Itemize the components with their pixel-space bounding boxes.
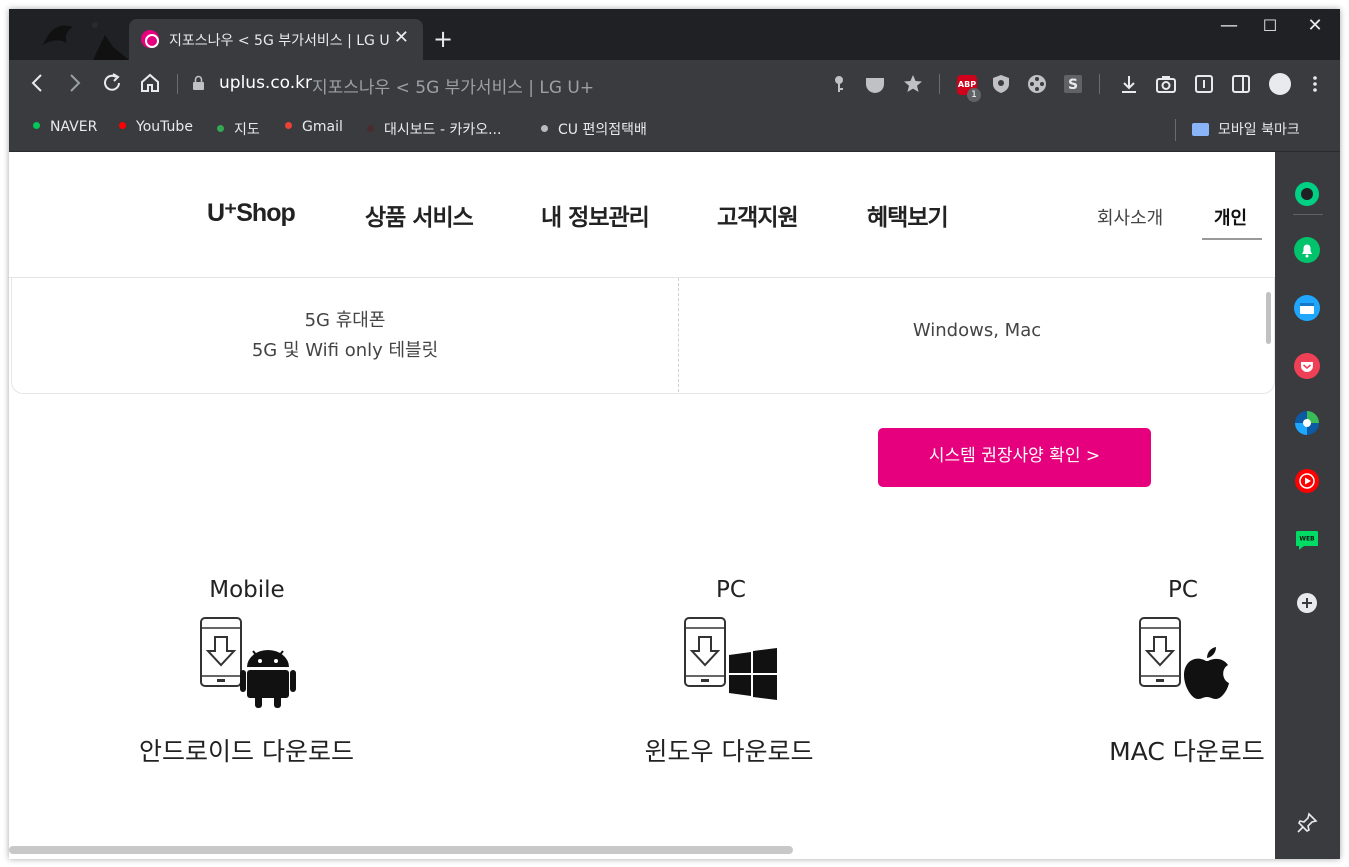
forward-icon[interactable] [61, 70, 87, 96]
home-icon[interactable] [137, 70, 163, 96]
maps-favicon-icon [217, 124, 224, 132]
bookmark-youtube[interactable]: YouTube [119, 119, 193, 135]
pocket-icon[interactable] [1294, 353, 1320, 379]
android-download-link[interactable]: 안드로이드 다운로드 [139, 732, 354, 768]
menu-kebab-icon[interactable] [1303, 72, 1327, 96]
adblock-count-badge: 1 [967, 88, 981, 102]
mobile-bookmarks-folder[interactable]: 모바일 북마크 [1192, 119, 1300, 139]
svg-text:S: S [1068, 77, 1078, 93]
green-ring-icon[interactable] [1294, 181, 1320, 207]
system-requirements-button[interactable]: 시스템 권장사양 확인 > [878, 428, 1151, 487]
bookmarks-divider [1175, 119, 1176, 141]
youtube-favicon-icon [119, 121, 126, 129]
shield-icon[interactable] [989, 72, 1013, 96]
film-reel-icon[interactable] [1025, 72, 1049, 96]
spec-mobile: 5G 휴대폰 5G 및 Wifi only 테블릿 [12, 306, 678, 366]
nav-my-info[interactable]: 내 정보관리 [541, 198, 650, 232]
cu-favicon-icon [541, 124, 548, 132]
youtube-music-icon[interactable] [1294, 468, 1320, 494]
site-header: U⁺Shop 상품 서비스 내 정보관리 고객지원 혜택보기 회사소개 개인 [9, 152, 1275, 278]
profile-avatar[interactable] [1269, 73, 1291, 95]
windows-download-icon[interactable] [681, 615, 791, 710]
active-tab-underline [1202, 238, 1262, 240]
spec-table: 5G 휴대폰 5G 및 Wifi only 테블릿 Windows, Mac [11, 278, 1275, 394]
bell-icon[interactable] [1294, 237, 1320, 263]
svg-text:WEB: WEB [1299, 536, 1315, 543]
sidebar-divider [1293, 214, 1323, 215]
folder-icon [1192, 122, 1209, 136]
lg-favicon-icon [141, 30, 159, 48]
side-panel-icon[interactable] [1229, 72, 1253, 96]
bookmark-naver[interactable]: NAVER [33, 119, 97, 135]
maximize-button[interactable]: ☐ [1247, 16, 1293, 35]
bookmark-gmail[interactable]: Gmail [285, 119, 343, 135]
s-extension-icon[interactable]: S [1061, 72, 1085, 96]
bookmarks-bar: NAVER YouTube 지도 Gmail 대시보드 - 카카오... CU … [9, 108, 1340, 152]
reader-icon[interactable] [1192, 72, 1216, 96]
browser-sidebar: WEB [1275, 152, 1340, 859]
bookmark-map[interactable]: 지도 [217, 119, 260, 139]
url-host[interactable]: uplus.co.kr [219, 73, 312, 93]
back-icon[interactable] [25, 70, 51, 96]
ushop-logo[interactable]: U⁺Shop [207, 198, 296, 228]
title-bar: 지포스나우 < 5G 부가서비스 | LG U+ ✕ + — ☐ ✕ [9, 9, 1340, 60]
vertical-scrollbar[interactable] [1266, 292, 1271, 344]
bookmark-cu-delivery[interactable]: CU 편의점택배 [541, 119, 647, 139]
tab-title: 지포스나우 < 5G 부가서비스 | LG U+ [169, 33, 391, 49]
web-page: U⁺Shop 상품 서비스 내 정보관리 고객지원 혜택보기 회사소개 개인 5… [9, 152, 1275, 859]
pin-icon[interactable] [1296, 812, 1318, 834]
naver-favicon-icon [33, 121, 40, 129]
nav-benefits[interactable]: 혜택보기 [867, 198, 949, 232]
download-title-mac: PC [1168, 577, 1198, 603]
horizontal-scrollbar[interactable] [9, 846, 793, 854]
browser-theme-art [43, 22, 129, 60]
reload-icon[interactable] [99, 70, 125, 96]
spec-mobile-line1: 5G 휴대폰 [304, 310, 386, 331]
mac-download-link[interactable]: MAC 다운로드 [1107, 732, 1267, 768]
kakao-favicon-icon [367, 124, 374, 132]
new-tab-button[interactable]: + [433, 27, 453, 51]
close-window-button[interactable]: ✕ [1292, 15, 1338, 36]
webtoon-icon[interactable]: WEB [1294, 526, 1320, 552]
gmail-favicon-icon [285, 121, 292, 129]
star-icon[interactable] [901, 72, 925, 96]
download-title-windows: PC [716, 577, 746, 603]
url-page-title[interactable]: 지포스나우 < 5G 부가서비스 | LG U+ [312, 73, 594, 98]
bookmark-kakao-dashboard[interactable]: 대시보드 - 카카오... [367, 119, 501, 139]
pocket-save-icon[interactable] [863, 72, 887, 96]
toolbar-divider [1099, 74, 1100, 94]
mac-download-icon[interactable] [1136, 615, 1246, 710]
key-icon[interactable] [827, 72, 851, 96]
nav-personal[interactable]: 개인 [1214, 204, 1247, 230]
toolbar-divider [177, 74, 178, 94]
download-title-mobile: Mobile [209, 577, 285, 603]
nav-customer-support[interactable]: 고객지원 [717, 198, 799, 232]
spec-pc: Windows, Mac [912, 320, 1042, 341]
lock-icon[interactable] [192, 75, 205, 91]
nav-products-services[interactable]: 상품 서비스 [365, 198, 474, 232]
toolbar: uplus.co.kr 지포스나우 < 5G 부가서비스 | LG U+ ABP… [9, 60, 1340, 108]
active-tab[interactable]: 지포스나우 < 5G 부가서비스 | LG U+ ✕ [129, 19, 423, 60]
add-icon[interactable] [1296, 592, 1318, 614]
minimize-button[interactable]: — [1206, 15, 1252, 36]
edge-icon[interactable] [1294, 410, 1320, 436]
android-download-icon[interactable] [197, 615, 307, 710]
browser-window: 지포스나우 < 5G 부가서비스 | LG U+ ✕ + — ☐ ✕ uplus… [9, 9, 1340, 859]
camera-icon[interactable] [1154, 72, 1178, 96]
calendar-icon[interactable] [1294, 295, 1320, 321]
toolbar-divider [939, 74, 940, 94]
spec-mobile-line2: 5G 및 Wifi only 테블릿 [251, 340, 439, 361]
close-tab-icon[interactable]: ✕ [394, 27, 409, 48]
nav-company-intro[interactable]: 회사소개 [1097, 204, 1163, 230]
windows-download-link[interactable]: 윈도우 다운로드 [639, 732, 819, 768]
download-icon[interactable] [1117, 72, 1141, 96]
